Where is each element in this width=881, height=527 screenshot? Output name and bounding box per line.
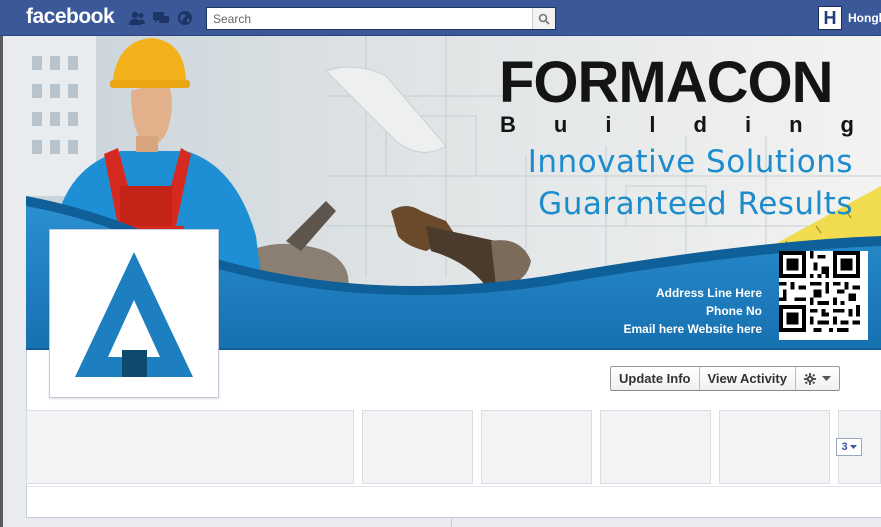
tagline-guaranteed: Guaranteed Results (538, 186, 853, 222)
left-window-edge (0, 36, 3, 527)
chevron-down-icon (849, 444, 857, 449)
profile-picture[interactable] (49, 229, 219, 398)
friend-requests-icon[interactable] (128, 10, 146, 26)
contact-address: Address Line Here (655, 286, 762, 300)
view-activity-button[interactable]: View Activity (700, 367, 796, 390)
qr-code (779, 251, 868, 340)
brand-name: FORMACON (499, 50, 834, 115)
likes-tile[interactable] (719, 410, 830, 484)
map-tile[interactable] (600, 410, 711, 484)
contact-email-website: Email here Website here (623, 322, 762, 336)
timeline-divider (27, 486, 881, 487)
brand-a-logo (75, 252, 193, 377)
timeline-spine (451, 517, 452, 527)
notifications-globe-icon[interactable] (176, 10, 194, 26)
tagline-innovative: Innovative Solutions (527, 144, 853, 180)
photos-tile[interactable] (481, 410, 592, 484)
update-info-button[interactable]: Update Info (611, 367, 700, 390)
timeline-action-buttons: Update Info View Activity (610, 366, 840, 391)
brand-subtitle: Bu il di ng (500, 112, 854, 137)
magnifier-icon (538, 13, 550, 25)
settings-dropdown-button[interactable] (796, 367, 839, 390)
contact-phone: Phone No (706, 304, 762, 318)
user-avatar[interactable]: H (818, 6, 842, 30)
more-sections-toggle[interactable]: 3 (836, 438, 862, 456)
facebook-topbar: facebook H Hongk (0, 0, 881, 36)
about-tile[interactable] (26, 410, 354, 484)
messages-icon[interactable] (152, 10, 170, 26)
facebook-logo[interactable]: facebook (26, 5, 115, 29)
friends-tile[interactable] (362, 410, 473, 484)
search-input[interactable] (207, 8, 532, 29)
chevron-down-icon (821, 375, 831, 381)
gear-icon (803, 372, 816, 385)
user-name-link[interactable]: Hongk (848, 11, 881, 25)
search-button[interactable] (532, 8, 555, 29)
search-box (206, 7, 556, 30)
